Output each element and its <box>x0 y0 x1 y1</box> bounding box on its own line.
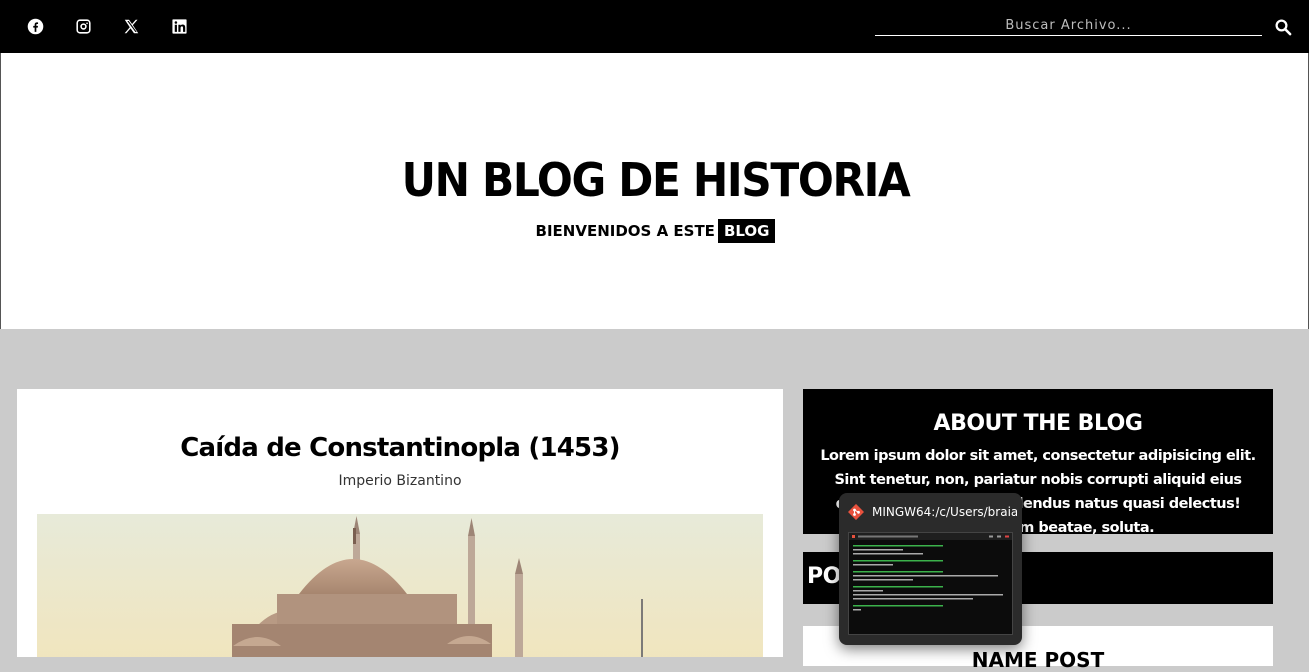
popular-post-title[interactable]: NAME POST <box>803 648 1273 672</box>
taskbar-window-preview[interactable]: MINGW64:/c/Users/braia... <box>839 493 1022 645</box>
post-image[interactable] <box>37 514 763 657</box>
search-icon[interactable] <box>1274 18 1292 36</box>
post-title[interactable]: Caída de Constantinopla (1453) <box>17 433 783 463</box>
tagline-text: BIENVENIDOS A ESTE <box>535 222 715 240</box>
top-bar <box>0 0 1309 53</box>
terminal-thumbnail[interactable] <box>848 532 1013 635</box>
site-title: UN BLOG DE HISTORIA <box>401 153 911 207</box>
search-input[interactable] <box>875 16 1262 36</box>
x-icon[interactable] <box>122 17 140 35</box>
facebook-icon[interactable] <box>26 17 44 35</box>
tagline-badge: BLOG <box>717 219 776 243</box>
instagram-icon[interactable] <box>74 17 92 35</box>
git-bash-icon <box>847 503 865 521</box>
about-title: ABOUT THE BLOG <box>933 411 1143 436</box>
site-header: UN BLOG DE HISTORIA BIENVENIDOS A ESTE BL… <box>0 53 1309 329</box>
post-subtitle: Imperio Bizantino <box>338 473 462 489</box>
site-tagline: BIENVENIDOS A ESTE BLOG <box>1 219 1309 243</box>
linkedin-icon[interactable] <box>170 17 188 35</box>
window-preview-title: MINGW64:/c/Users/braia... <box>872 505 1017 519</box>
post-card[interactable]: Caída de Constantinopla (1453) Imperio B… <box>17 389 783 657</box>
